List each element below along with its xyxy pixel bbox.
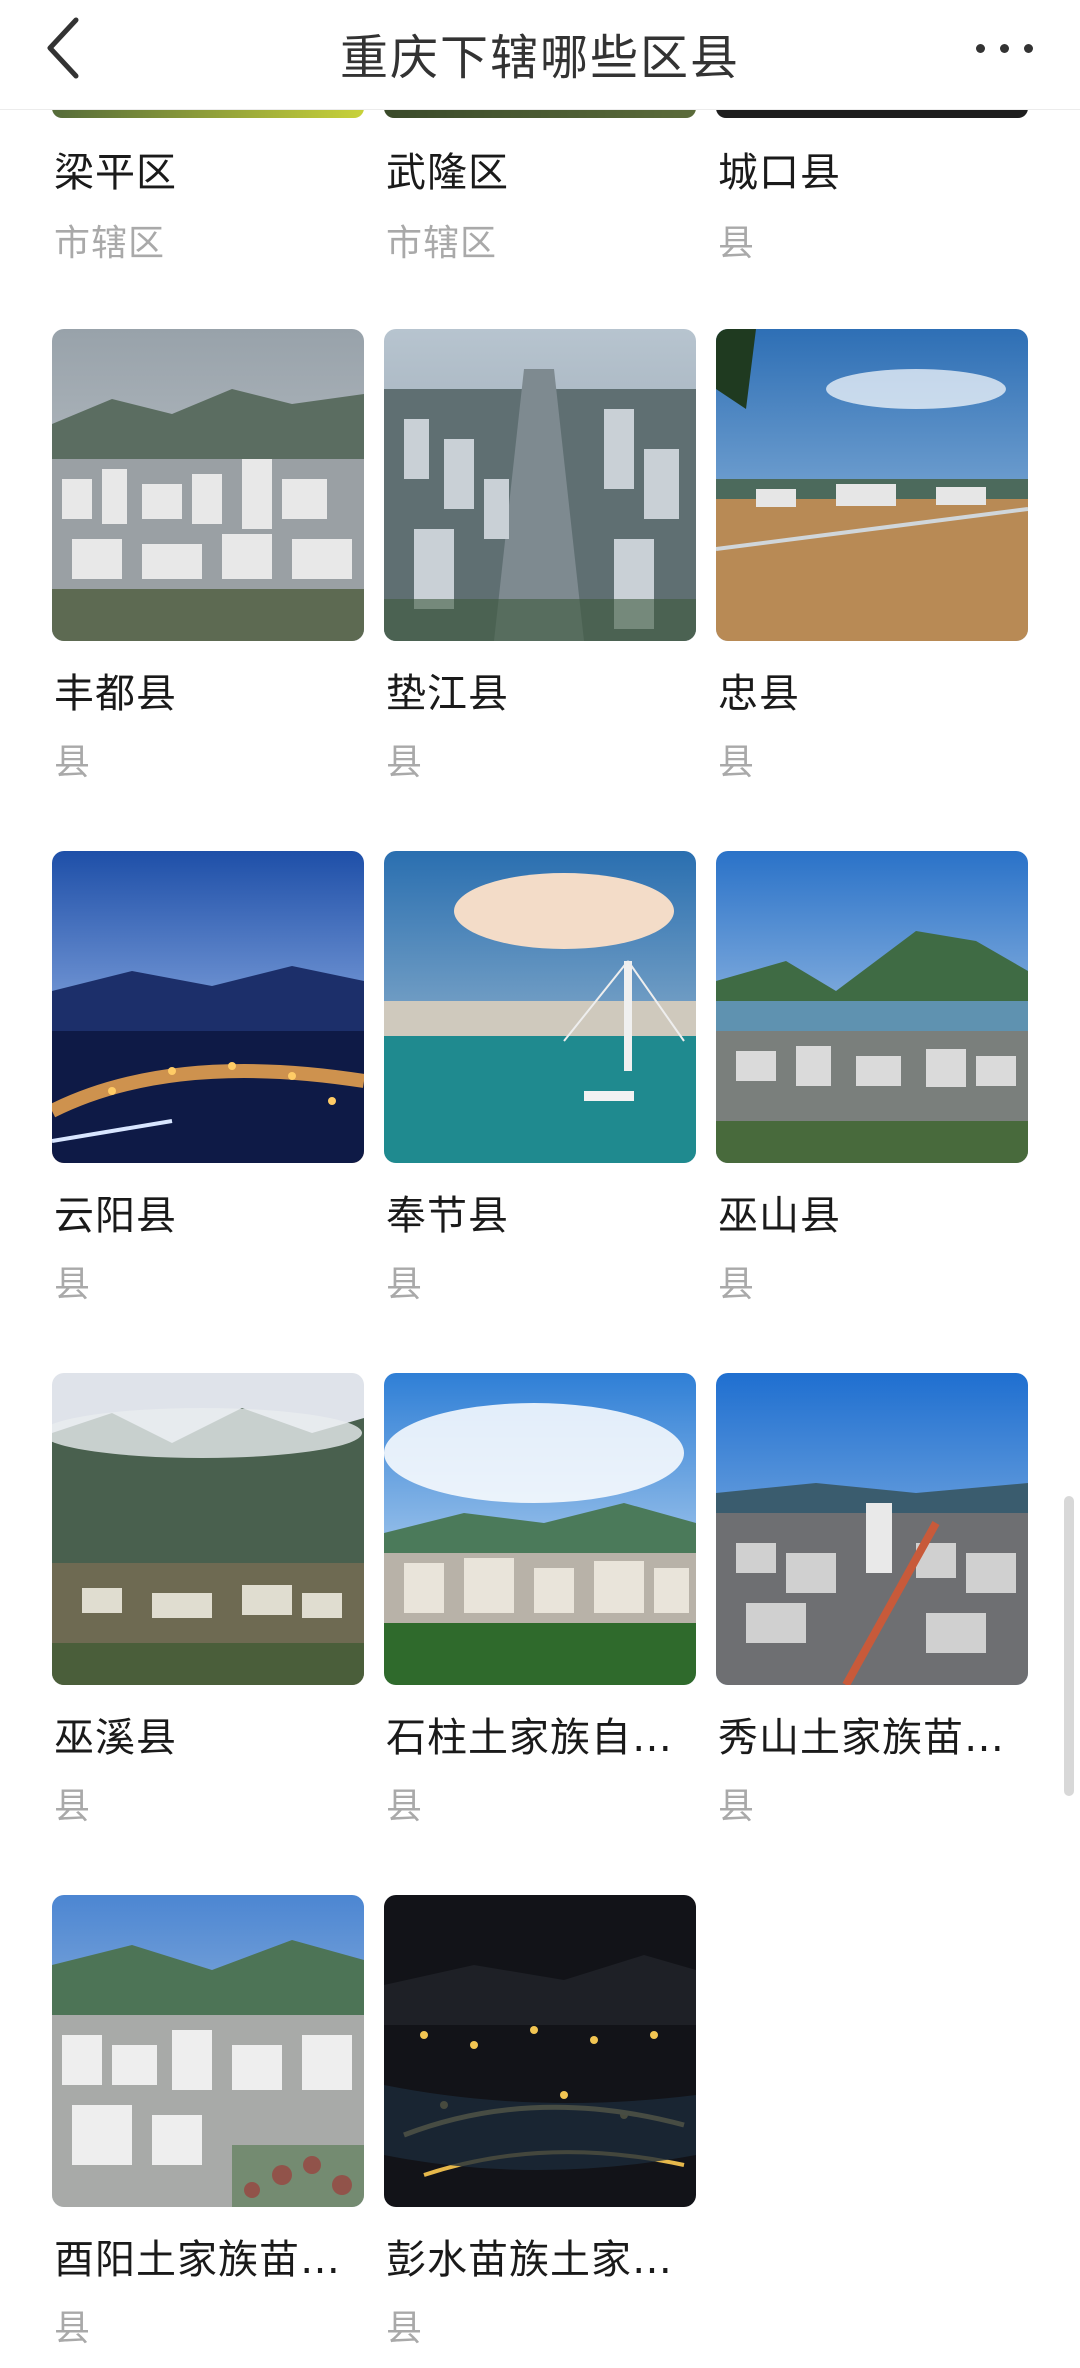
district-photo[interactable] <box>716 329 1028 641</box>
district-type: 县 <box>386 2308 424 2349</box>
district-type: 县 <box>54 742 92 783</box>
district-photo[interactable] <box>52 851 364 1163</box>
more-horizontal-icon <box>976 44 985 53</box>
more-horizontal-icon <box>1024 44 1033 53</box>
district-name: 彭水苗族土家… <box>386 2237 673 2283</box>
district-name: 巫溪县 <box>54 1715 177 1761</box>
district-type: 县 <box>718 223 756 264</box>
district-type: 县 <box>386 742 424 783</box>
page-title: 重庆下辖哪些区县 <box>339 30 740 86</box>
district-name: 奉节县 <box>386 1193 509 1239</box>
district-photo[interactable] <box>716 851 1028 1163</box>
district-type: 县 <box>718 1264 756 1305</box>
district-name: 秀山土家族苗… <box>718 1715 1005 1761</box>
district-name: 忠县 <box>718 671 800 717</box>
district-photo[interactable] <box>52 329 364 641</box>
district-type: 县 <box>718 1786 756 1827</box>
district-name: 武隆区 <box>386 150 509 196</box>
district-photo[interactable] <box>716 1373 1028 1685</box>
district-photo[interactable] <box>52 1895 364 2207</box>
district-photo[interactable] <box>52 1373 364 1685</box>
district-type: 县 <box>386 1264 424 1305</box>
district-type: 县 <box>54 2308 92 2349</box>
district-name: 垫江县 <box>386 671 509 717</box>
district-type: 县 <box>718 742 756 783</box>
district-type: 县 <box>54 1786 92 1827</box>
district-photo[interactable] <box>384 851 696 1163</box>
district-photo[interactable] <box>384 329 696 641</box>
district-type: 市辖区 <box>386 223 498 264</box>
district-name: 巫山县 <box>718 1193 841 1239</box>
district-grid: 梁平区 市辖区 武隆区 市辖区 城口县 县 丰都县 县 垫江县 县 忠县 县 云… <box>0 0 1080 2368</box>
more-horizontal-icon <box>1000 44 1009 53</box>
more-button[interactable] <box>970 22 1040 72</box>
district-name: 石柱土家族自… <box>386 1715 673 1761</box>
district-name: 云阳县 <box>54 1193 177 1239</box>
district-name: 丰都县 <box>54 671 177 717</box>
app-header: 重庆下辖哪些区县 <box>0 0 1080 110</box>
district-name: 酉阳土家族苗… <box>54 2237 341 2283</box>
district-photo[interactable] <box>384 1373 696 1685</box>
district-type: 县 <box>54 1264 92 1305</box>
district-name: 梁平区 <box>54 150 177 196</box>
district-photo[interactable] <box>384 1895 696 2207</box>
district-type: 市辖区 <box>54 223 166 264</box>
district-type: 县 <box>386 1786 424 1827</box>
scrollbar[interactable] <box>1064 1496 1074 1796</box>
district-name: 城口县 <box>718 150 841 196</box>
